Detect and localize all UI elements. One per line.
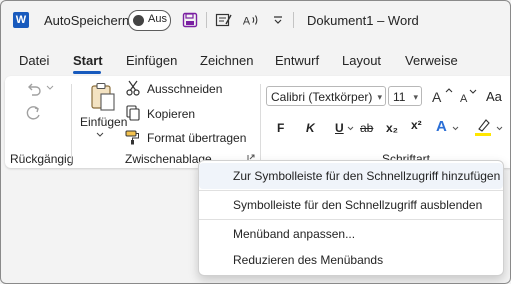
strikethrough-button[interactable]: ab xyxy=(360,121,373,135)
svg-text:A: A xyxy=(460,93,468,105)
font-size-combo[interactable]: 11 ▾ xyxy=(388,86,422,106)
font-size-value: 11 xyxy=(393,90,406,104)
menu-item-label: Zur Symbolleiste für den Schnellzugriff … xyxy=(233,169,501,183)
active-tab-indicator xyxy=(73,71,101,74)
copy-icon[interactable] xyxy=(125,105,141,121)
autosave-toggle-state: Aus xyxy=(148,13,167,25)
menu-item-label: Reduzieren des Menübands xyxy=(233,253,384,267)
paste-label[interactable]: Einfügen xyxy=(80,115,127,129)
font-name-combo[interactable]: Calibri (Textkörper) ▾ xyxy=(266,86,386,106)
cut-icon[interactable] xyxy=(125,80,141,96)
font-size-dropdown-icon[interactable]: ▾ xyxy=(413,87,418,107)
menu-item-label: Symbolleiste für den Schnellzugriff ausb… xyxy=(233,198,483,212)
shrink-font-icon[interactable]: A xyxy=(457,87,483,105)
menu-item-collapse-ribbon[interactable]: Reduzieren des Menübands xyxy=(199,247,503,273)
tab-draw[interactable]: Zeichnen xyxy=(200,53,253,68)
document-title: Dokument1 – Word xyxy=(307,13,419,28)
menu-divider xyxy=(199,190,503,191)
customize-qat-icon[interactable] xyxy=(269,11,287,29)
redo-icon[interactable] xyxy=(25,104,43,122)
highlight-icon[interactable] xyxy=(473,117,493,137)
undo-dropdown-icon[interactable] xyxy=(45,82,55,94)
svg-text:A: A xyxy=(243,16,251,28)
menu-item-label: Menüband anpassen... xyxy=(233,227,356,241)
tab-file[interactable]: Datei xyxy=(19,53,49,68)
touch-mode-icon[interactable] xyxy=(215,11,233,29)
highlight-dropdown-icon[interactable] xyxy=(495,123,503,133)
undo-icon[interactable] xyxy=(25,80,43,98)
qat-divider xyxy=(206,12,207,28)
paste-dropdown-icon[interactable] xyxy=(95,130,105,140)
menu-divider xyxy=(199,219,503,220)
group-divider xyxy=(260,84,261,162)
svg-text:A: A xyxy=(432,89,442,105)
word-logo-icon: W xyxy=(13,12,29,28)
underline-button[interactable]: U xyxy=(335,121,344,135)
menu-item-customize-ribbon[interactable]: Menüband anpassen... xyxy=(199,221,503,247)
word-window: W AutoSpeichern Aus A Dokument1 – Word D… xyxy=(0,0,511,284)
tab-layout[interactable]: Layout xyxy=(342,53,381,68)
read-aloud-icon[interactable]: A xyxy=(242,11,260,29)
menu-item-hide-qat[interactable]: Symbolleiste für den Schnellzugriff ausb… xyxy=(199,192,503,218)
cut-label[interactable]: Ausschneiden xyxy=(147,82,222,96)
tab-design[interactable]: Entwurf xyxy=(275,53,319,68)
autosave-label: AutoSpeichern xyxy=(44,13,130,28)
grow-font-icon[interactable]: A xyxy=(430,87,456,105)
title-divider xyxy=(293,12,294,28)
italic-button[interactable]: K xyxy=(306,121,315,135)
copy-label[interactable]: Kopieren xyxy=(147,107,195,121)
title-bar: W AutoSpeichern Aus A Dokument1 – Word xyxy=(1,1,510,39)
font-name-value: Calibri (Textkörper) xyxy=(271,90,373,104)
toggle-knob xyxy=(133,15,144,26)
save-icon[interactable] xyxy=(181,11,199,29)
undo-group-label: Rückgängig xyxy=(10,152,74,166)
tab-home[interactable]: Start xyxy=(73,53,103,68)
menu-item-add-to-qat[interactable]: Zur Symbolleiste für den Schnellzugriff … xyxy=(199,163,503,189)
tab-references[interactable]: Verweise xyxy=(405,53,458,68)
tab-insert[interactable]: Einfügen xyxy=(126,53,177,68)
superscript-button[interactable]: x² xyxy=(411,118,422,132)
paste-icon[interactable] xyxy=(89,81,117,113)
text-effects-dropdown-icon[interactable] xyxy=(451,123,459,133)
font-name-dropdown-icon[interactable]: ▾ xyxy=(377,87,382,107)
change-case-button[interactable]: Aa xyxy=(486,89,502,104)
format-painter-icon[interactable] xyxy=(125,129,141,145)
subscript-button[interactable]: x₂ xyxy=(386,121,398,135)
bold-button[interactable]: F xyxy=(277,121,284,135)
text-effects-button[interactable]: A xyxy=(436,118,447,135)
format-painter-label[interactable]: Format übertragen xyxy=(147,131,246,145)
autosave-toggle[interactable]: Aus xyxy=(128,10,171,31)
group-divider xyxy=(71,84,72,162)
qat-context-menu: Zur Symbolleiste für den Schnellzugriff … xyxy=(198,160,504,276)
underline-dropdown-icon[interactable] xyxy=(346,123,354,133)
